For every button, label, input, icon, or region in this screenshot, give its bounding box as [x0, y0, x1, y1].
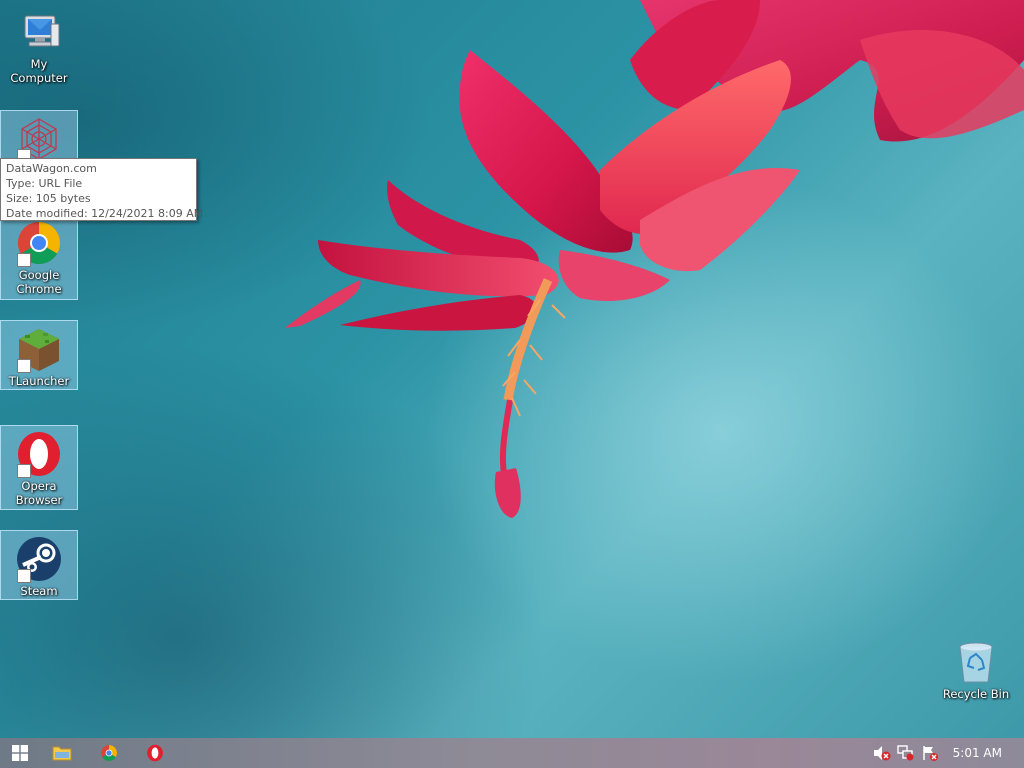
desktop-icon-datawagon[interactable] [0, 110, 78, 163]
desktop-icon-google-chrome[interactable]: Google Chrome [0, 214, 78, 300]
taskbar: 5:01 AM [0, 738, 1024, 768]
shortcut-arrow-icon [17, 253, 31, 267]
start-button[interactable] [0, 738, 40, 768]
desktop-icon-my-computer[interactable]: My Computer [0, 4, 78, 87]
chrome-icon [15, 219, 63, 267]
tray-network[interactable] [896, 738, 916, 768]
shortcut-arrow-icon [17, 569, 31, 583]
computer-icon [15, 8, 63, 56]
desktop-icon-label: My Computer [10, 57, 68, 85]
file-info-tooltip: DataWagon.com Type: URL File Size: 105 b… [0, 158, 204, 221]
file-explorer-icon [52, 746, 72, 761]
tray-volume[interactable] [872, 738, 892, 768]
desktop-icon-label: Recycle Bin [942, 687, 1010, 701]
taskbar-file-explorer[interactable] [42, 738, 82, 768]
taskbar-opera[interactable] [135, 738, 175, 768]
volume-muted-icon [874, 746, 891, 761]
desktop-icon-recycle-bin[interactable]: Recycle Bin [936, 634, 1016, 703]
desktop-icon-label: Google Chrome [16, 268, 62, 296]
desktop-icon-label: Opera Browser [15, 479, 63, 507]
shortcut-arrow-icon [17, 359, 31, 373]
tooltip-size: Size: 105 bytes [6, 192, 91, 205]
opera-icon [15, 430, 63, 478]
tlauncher-icon [15, 325, 63, 373]
desktop-icon-tlauncher[interactable]: TLauncher [0, 320, 78, 390]
desktop-icon-label: Steam [20, 584, 58, 598]
taskbar-clock[interactable]: 5:01 AM [953, 738, 1002, 768]
desktop-wallpaper [285, 0, 1024, 518]
tooltip-date-modified: Date modified: 12/24/2021 8:09 AM [6, 207, 204, 220]
network-disconnected-icon [897, 745, 914, 761]
desktop-icon-opera-browser[interactable]: Opera Browser [0, 425, 78, 510]
tray-action-center[interactable] [920, 738, 940, 768]
chrome-icon [101, 745, 117, 761]
tooltip-name: DataWagon.com [6, 162, 97, 175]
opera-icon [147, 744, 163, 762]
desktop-icon-steam[interactable]: Steam [0, 530, 78, 600]
windows-start-icon [12, 745, 28, 761]
shortcut-arrow-icon [17, 464, 31, 478]
taskbar-chrome[interactable] [89, 738, 129, 768]
recycle-bin-icon [952, 638, 1000, 686]
datawagon-icon [15, 115, 63, 163]
tooltip-type: Type: URL File [6, 177, 83, 190]
action-center-flag-icon [923, 746, 938, 761]
steam-icon [15, 535, 63, 583]
desktop-icon-label: TLauncher [8, 374, 70, 388]
